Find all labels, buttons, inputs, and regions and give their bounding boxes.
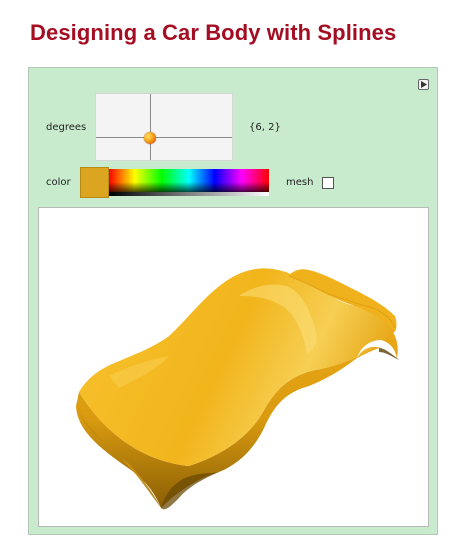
- triangle-right-icon: [421, 81, 427, 88]
- car-body-3d-view[interactable]: [38, 207, 429, 527]
- manipulate-panel: degrees {6, 2} color mesh: [28, 67, 438, 535]
- degrees-slider-2d[interactable]: [95, 93, 233, 161]
- panel-options-button[interactable]: [418, 79, 429, 90]
- mesh-label: mesh: [286, 177, 314, 188]
- locator-knob-icon[interactable]: [144, 132, 156, 144]
- color-picker-gradient[interactable]: [109, 169, 269, 196]
- degrees-value: {6, 2}: [249, 122, 281, 133]
- gray-strip: [109, 192, 269, 196]
- slider-crosshair-horizontal: [96, 137, 232, 138]
- mesh-checkbox[interactable]: [322, 177, 334, 189]
- degrees-label: degrees: [46, 122, 87, 133]
- color-label: color: [46, 177, 71, 188]
- slider-crosshair-vertical: [150, 94, 151, 160]
- color-swatch[interactable]: [80, 167, 109, 198]
- car-body-surface: [76, 268, 399, 510]
- page-title: Designing a Car Body with Splines: [30, 20, 397, 45]
